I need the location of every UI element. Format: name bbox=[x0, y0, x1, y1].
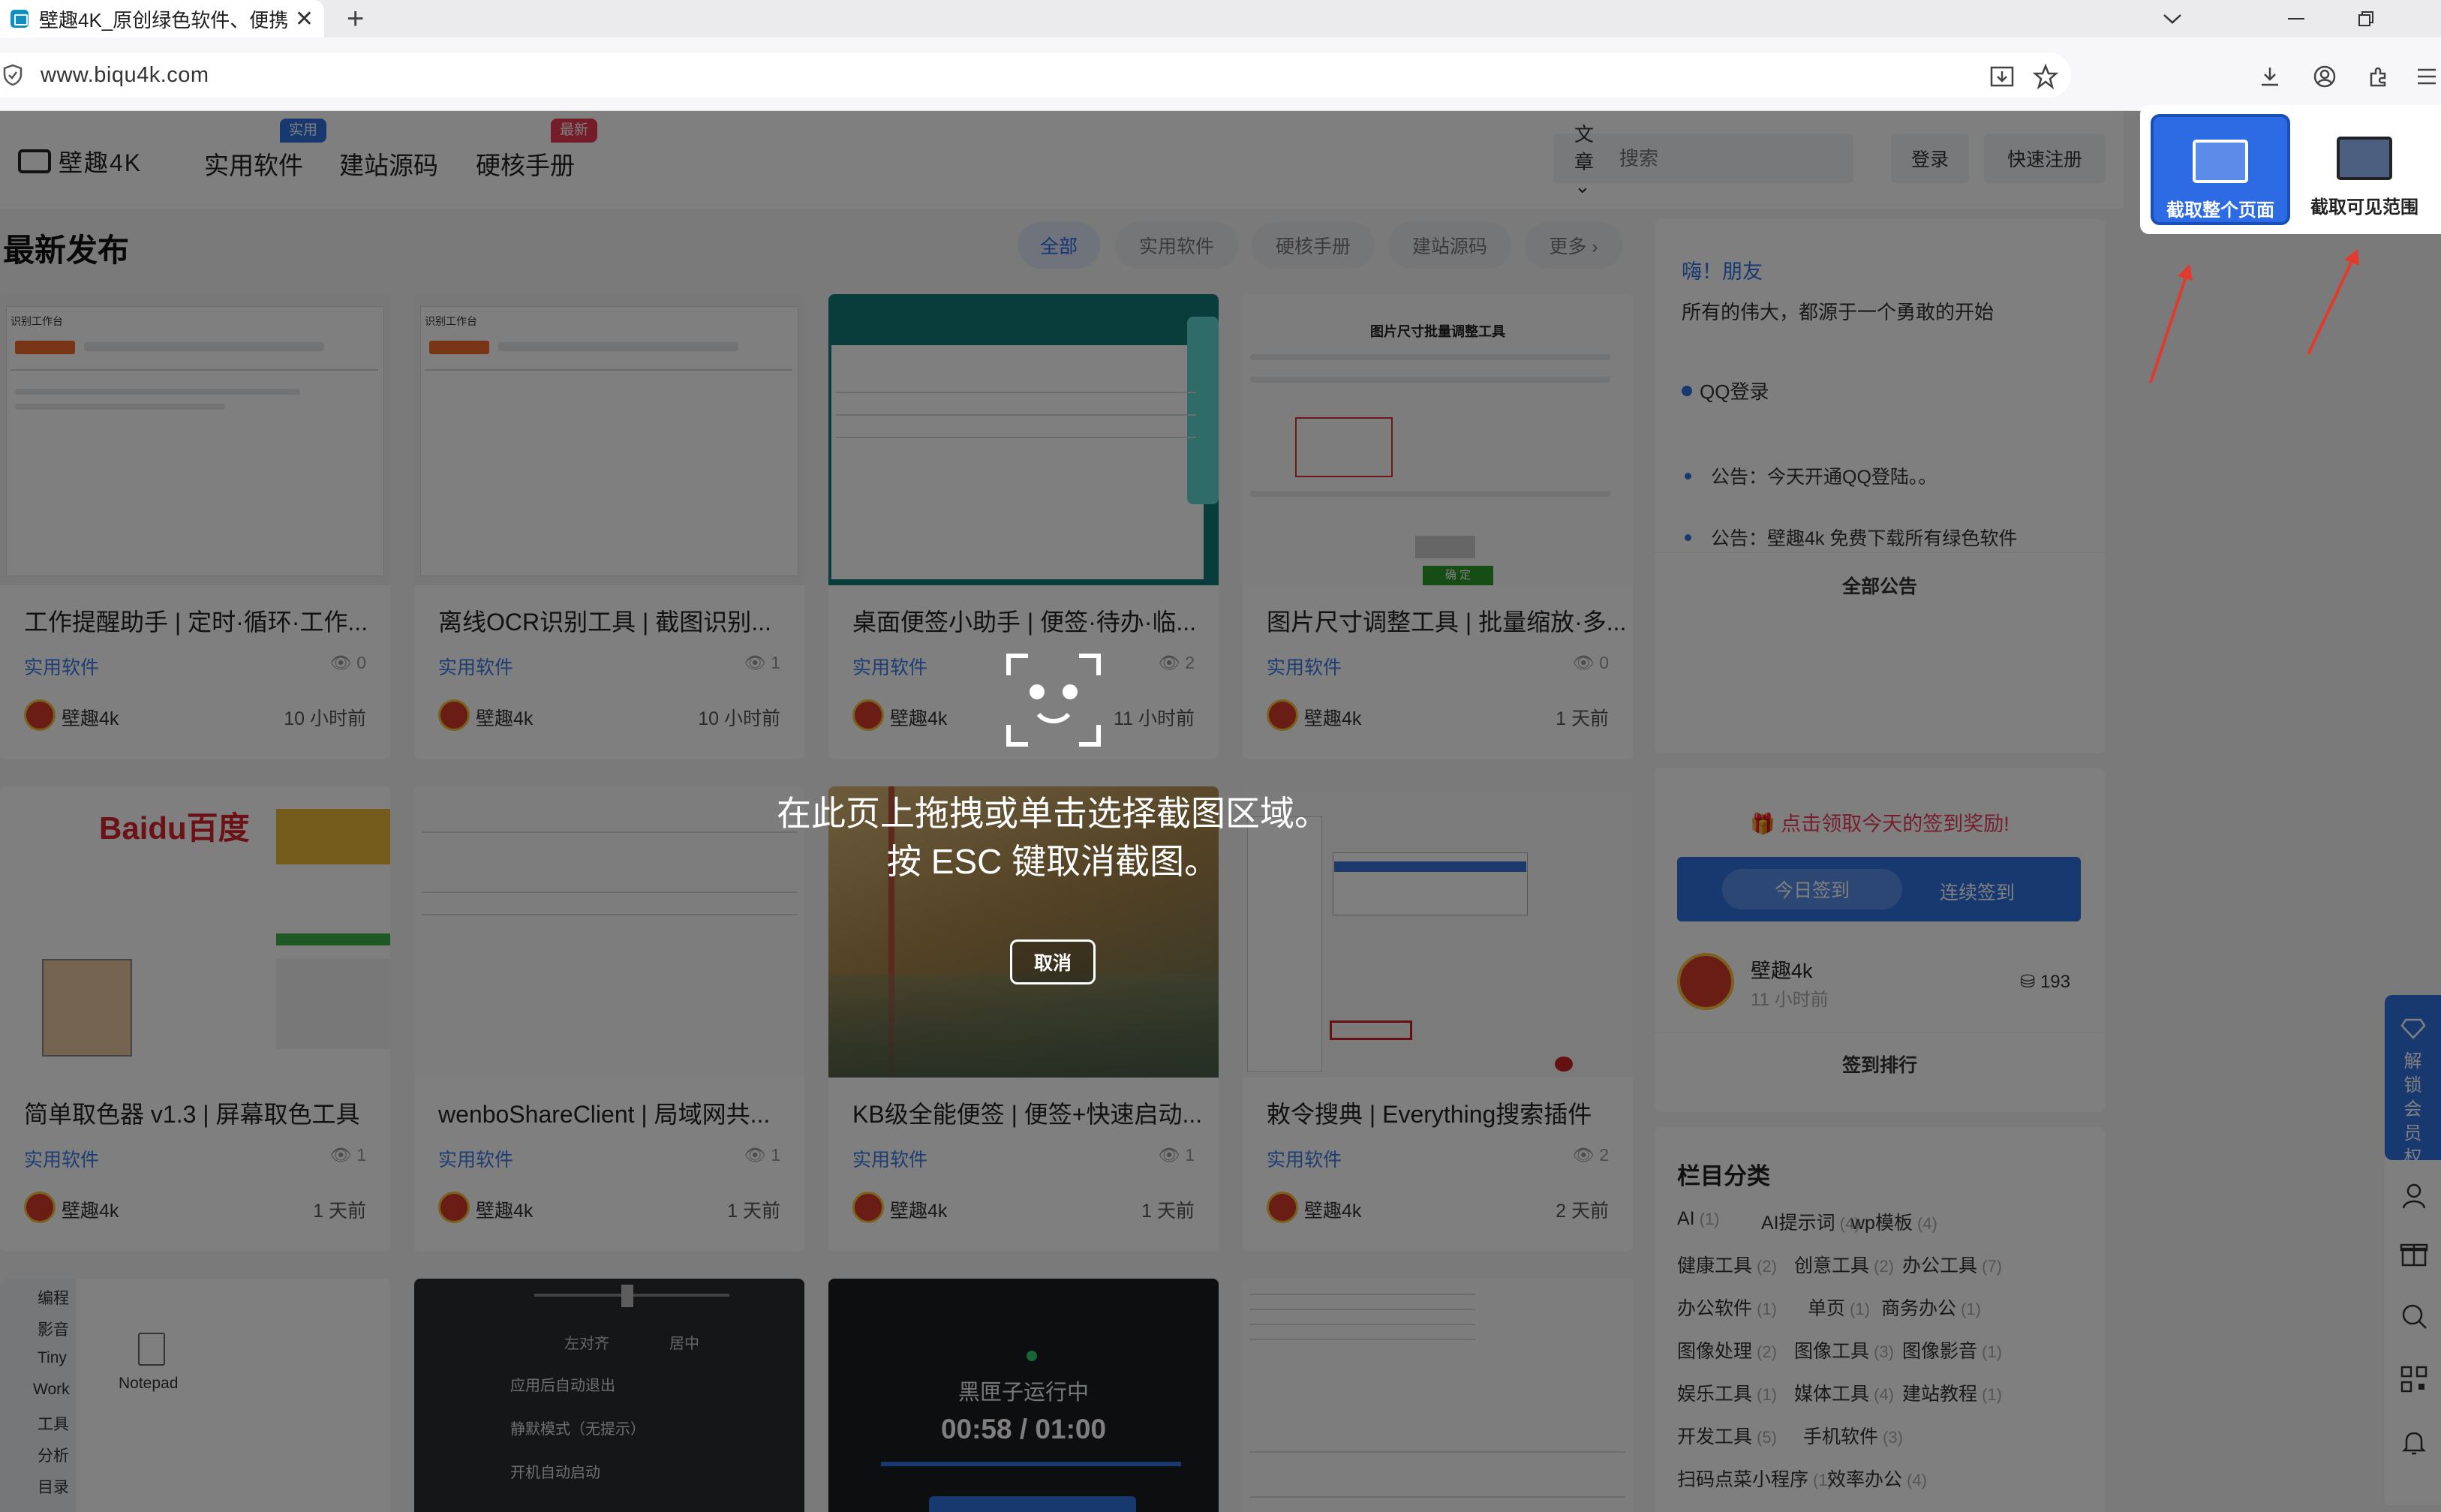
full-page-icon bbox=[2193, 140, 2248, 183]
capture-full-label: 截取整个页面 bbox=[2166, 200, 2274, 221]
browser-tab-strip: 壁趣4K_原创绿色软件、便携工 ✕ + bbox=[0, 0, 2441, 38]
download-icon[interactable] bbox=[2255, 62, 2285, 92]
tab-list-chevron-icon[interactable] bbox=[2146, 0, 2199, 38]
cancel-screenshot-button[interactable]: 取消 bbox=[1010, 939, 1096, 984]
overlay-instruction: 在此页上拖拽或单击选择截图区域。 bbox=[777, 794, 1329, 833]
capture-options-panel: 截取整个页面 截取可见范围 bbox=[2140, 105, 2441, 234]
extensions-icon[interactable] bbox=[2364, 62, 2394, 92]
capture-visible-area-button[interactable]: 截取可见范围 bbox=[2295, 114, 2434, 225]
new-tab-button[interactable]: + bbox=[347, 2, 364, 36]
red-arrow-annotation bbox=[2149, 249, 2359, 383]
site-favicon-icon bbox=[11, 10, 29, 28]
tab-title: 壁趣4K_原创绿色软件、便携工 bbox=[39, 8, 289, 32]
capture-full-page-button[interactable]: 截取整个页面 bbox=[2151, 114, 2290, 225]
shield-icon[interactable] bbox=[3, 64, 23, 86]
bookmark-star-icon[interactable] bbox=[2031, 62, 2061, 92]
profile-icon[interactable] bbox=[2310, 62, 2340, 92]
browser-toolbar: www.biqu4k.com bbox=[0, 38, 2441, 111]
capture-visible-label: 截取可见范围 bbox=[2310, 197, 2418, 218]
address-bar[interactable]: www.biqu4k.com bbox=[0, 53, 2071, 98]
overlay-esc-hint: 按 ESC 键取消截图。 bbox=[886, 842, 1219, 881]
restore-icon[interactable] bbox=[2340, 0, 2392, 38]
visible-area-icon bbox=[2337, 137, 2392, 180]
url-text[interactable]: www.biqu4k.com bbox=[41, 63, 209, 88]
install-app-icon[interactable] bbox=[1987, 62, 2017, 92]
browser-tab[interactable]: 壁趣4K_原创绿色软件、便携工 ✕ bbox=[0, 0, 324, 38]
minimize-icon[interactable] bbox=[2270, 0, 2322, 38]
menu-icon[interactable] bbox=[2411, 62, 2441, 92]
screenshot-face-icon bbox=[1006, 654, 1101, 747]
tab-close-icon[interactable]: ✕ bbox=[295, 6, 314, 32]
